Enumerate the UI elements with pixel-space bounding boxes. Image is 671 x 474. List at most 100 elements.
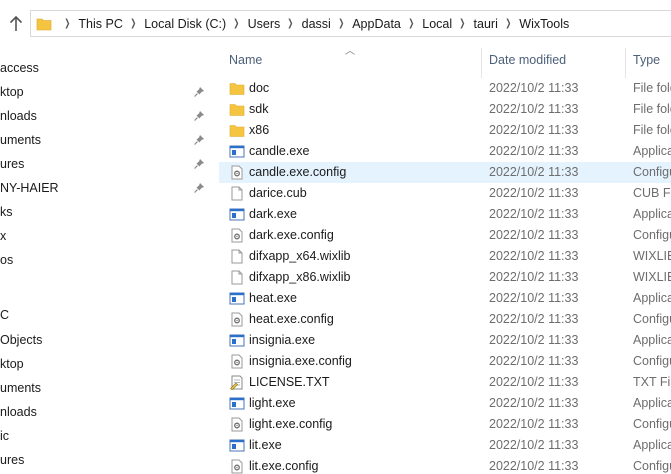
breadcrumb-item[interactable]: ❯ Local xyxy=(401,11,452,36)
file-row[interactable]: LICENSE.TXT 2022/10/2 11:33 TXT File xyxy=(219,372,671,393)
breadcrumb-chevron-icon[interactable]: ❯ xyxy=(60,18,75,29)
nav-item[interactable]: x xyxy=(0,224,211,248)
file-row[interactable]: heat.exe 2022/10/2 11:33 Applica xyxy=(219,288,671,309)
breadcrumb-chevron-icon[interactable]: ❯ xyxy=(126,18,141,29)
column-type-header[interactable]: Type xyxy=(633,53,660,67)
breadcrumb-item[interactable]: ❯ AppData xyxy=(331,11,401,36)
nav-item[interactable]: ktop xyxy=(0,80,211,104)
breadcrumb-chevron-icon[interactable]: ❯ xyxy=(283,18,298,29)
nav-item[interactable]: access xyxy=(0,56,211,80)
breadcrumb-chevron-icon[interactable]: ❯ xyxy=(501,18,516,29)
file-name: darice.cub xyxy=(249,186,307,200)
nav-item[interactable]: Objects xyxy=(0,328,211,352)
file-row[interactable]: dark.exe 2022/10/2 11:33 Applica xyxy=(219,204,671,225)
exe-icon xyxy=(229,208,245,221)
column-header: ︿ Name Date modified Type xyxy=(211,46,671,78)
file-name: insignia.exe.config xyxy=(249,354,352,368)
nav-item[interactable]: ures xyxy=(0,448,211,472)
file-date-modified: 2022/10/2 11:33 xyxy=(489,270,579,284)
file-row[interactable]: insignia.exe.config 2022/10/2 11:33 Config… xyxy=(219,351,671,372)
file-row[interactable]: sdk 2022/10/2 11:33 File fold xyxy=(219,99,671,120)
nav-item[interactable]: ures xyxy=(0,152,211,176)
breadcrumb-item[interactable]: ❯ This PC xyxy=(57,11,123,36)
file-row[interactable]: lit.exe 2022/10/2 11:33 Applica xyxy=(219,435,671,456)
file-row[interactable]: insignia.exe 2022/10/2 11:33 Applica xyxy=(219,330,671,351)
file-date-modified: 2022/10/2 11:33 xyxy=(489,123,579,137)
sort-chevron-icon: ︿ xyxy=(345,46,355,57)
nav-item-label: os xyxy=(0,253,14,267)
breadcrumb-label: Local Disk (C:) xyxy=(144,16,227,31)
file-type: Applica xyxy=(633,291,671,305)
nav-item-label: ic xyxy=(0,429,10,443)
breadcrumb-label: Users xyxy=(247,16,281,31)
breadcrumb-label: AppData xyxy=(352,16,401,31)
nav-item[interactable]: nloads xyxy=(0,400,211,424)
exe-icon xyxy=(229,439,245,452)
file-type: TXT File xyxy=(633,375,671,389)
column-divider[interactable] xyxy=(625,48,626,78)
nav-item-label: nloads xyxy=(0,405,37,419)
nav-item[interactable]: ic xyxy=(0,424,211,448)
file-row[interactable]: darice.cub 2022/10/2 11:33 CUB File xyxy=(219,183,671,204)
pin-icon xyxy=(194,159,204,169)
breadcrumb-item[interactable]: ❯ Users xyxy=(226,11,281,36)
breadcrumb-item[interactable]: ❯ tauri xyxy=(452,11,498,36)
breadcrumb-item[interactable]: ❯ WixTools xyxy=(498,11,569,36)
file-name: lit.exe.config xyxy=(249,459,319,473)
nav-item[interactable]: NY-HAIER xyxy=(0,176,211,200)
breadcrumb-chevron-icon[interactable]: ❯ xyxy=(404,18,419,29)
file-row[interactable]: doc 2022/10/2 11:33 File fold xyxy=(219,78,671,99)
file-name: dark.exe xyxy=(249,207,297,221)
breadcrumb-label: dassi xyxy=(301,16,331,31)
file-row[interactable]: difxapp_x86.wixlib 2022/10/2 11:33 WIXLIB xyxy=(219,267,671,288)
file-row[interactable]: candle.exe 2022/10/2 11:33 Applica xyxy=(219,141,671,162)
nav-item[interactable]: nloads xyxy=(0,104,211,128)
file-name: insignia.exe xyxy=(249,333,316,347)
up-arrow-icon[interactable] xyxy=(8,15,24,33)
file-date-modified: 2022/10/2 11:33 xyxy=(489,375,579,389)
breadcrumb-chevron-icon[interactable]: ❯ xyxy=(334,18,349,29)
file-type: WIXLIB xyxy=(633,249,671,263)
file-date-modified: 2022/10/2 11:33 xyxy=(489,312,579,326)
breadcrumb-label: WixTools xyxy=(519,16,570,31)
file-name: sdk xyxy=(249,102,269,116)
file-row[interactable]: candle.exe.config 2022/10/2 11:33 Configu xyxy=(219,162,671,183)
nav-item[interactable]: ktop xyxy=(0,352,211,376)
file-row[interactable]: difxapp_x64.wixlib 2022/10/2 11:33 WIXLIB xyxy=(219,246,671,267)
breadcrumb-label: tauri xyxy=(473,16,498,31)
breadcrumb-label: This PC xyxy=(78,16,123,31)
file-row[interactable]: light.exe 2022/10/2 11:33 Applica xyxy=(219,393,671,414)
column-name-header[interactable]: Name xyxy=(229,53,262,67)
nav-item-label: uments xyxy=(0,381,41,395)
nav-item[interactable]: ks xyxy=(0,200,211,224)
nav-item[interactable] xyxy=(0,272,211,296)
file-name: light.exe xyxy=(249,396,296,410)
folder-icon xyxy=(31,11,57,36)
address-bar[interactable]: ❯ This PC ❯ Local Disk (C:) ❯ Users ❯ dassi ❯ App… xyxy=(30,10,671,37)
file-row[interactable]: x86 2022/10/2 11:33 File fold xyxy=(219,120,671,141)
file-row[interactable]: heat.exe.config 2022/10/2 11:33 Configu xyxy=(219,309,671,330)
file-type: Configu xyxy=(633,354,671,368)
breadcrumb-chevron-icon[interactable]: ❯ xyxy=(455,18,470,29)
file-name: candle.exe.config xyxy=(249,165,347,179)
file-type: File fold xyxy=(633,102,671,116)
nav-item-label: uments xyxy=(0,133,41,147)
file-type: Applica xyxy=(633,438,671,452)
breadcrumb-item[interactable]: ❯ dassi xyxy=(280,11,331,36)
file-row[interactable]: light.exe.config 2022/10/2 11:33 Configu xyxy=(219,414,671,435)
file-type: Configu xyxy=(633,312,671,326)
file-type: Configu xyxy=(633,165,671,179)
column-divider[interactable] xyxy=(481,48,482,78)
column-date-header[interactable]: Date modified xyxy=(489,53,566,67)
pin-icon xyxy=(194,111,204,121)
nav-item[interactable]: uments xyxy=(0,376,211,400)
nav-item[interactable]: C xyxy=(0,303,211,327)
file-type: WIXLIB xyxy=(633,270,671,284)
file-row[interactable]: dark.exe.config 2022/10/2 11:33 Configu xyxy=(219,225,671,246)
nav-item[interactable]: os xyxy=(0,248,211,272)
file-row[interactable]: lit.exe.config 2022/10/2 11:33 Configu xyxy=(219,456,671,474)
file-date-modified: 2022/10/2 11:33 xyxy=(489,165,579,179)
nav-item[interactable]: uments xyxy=(0,128,211,152)
breadcrumb-item[interactable]: ❯ Local Disk (C:) xyxy=(123,11,226,36)
breadcrumb-chevron-icon[interactable]: ❯ xyxy=(229,18,244,29)
